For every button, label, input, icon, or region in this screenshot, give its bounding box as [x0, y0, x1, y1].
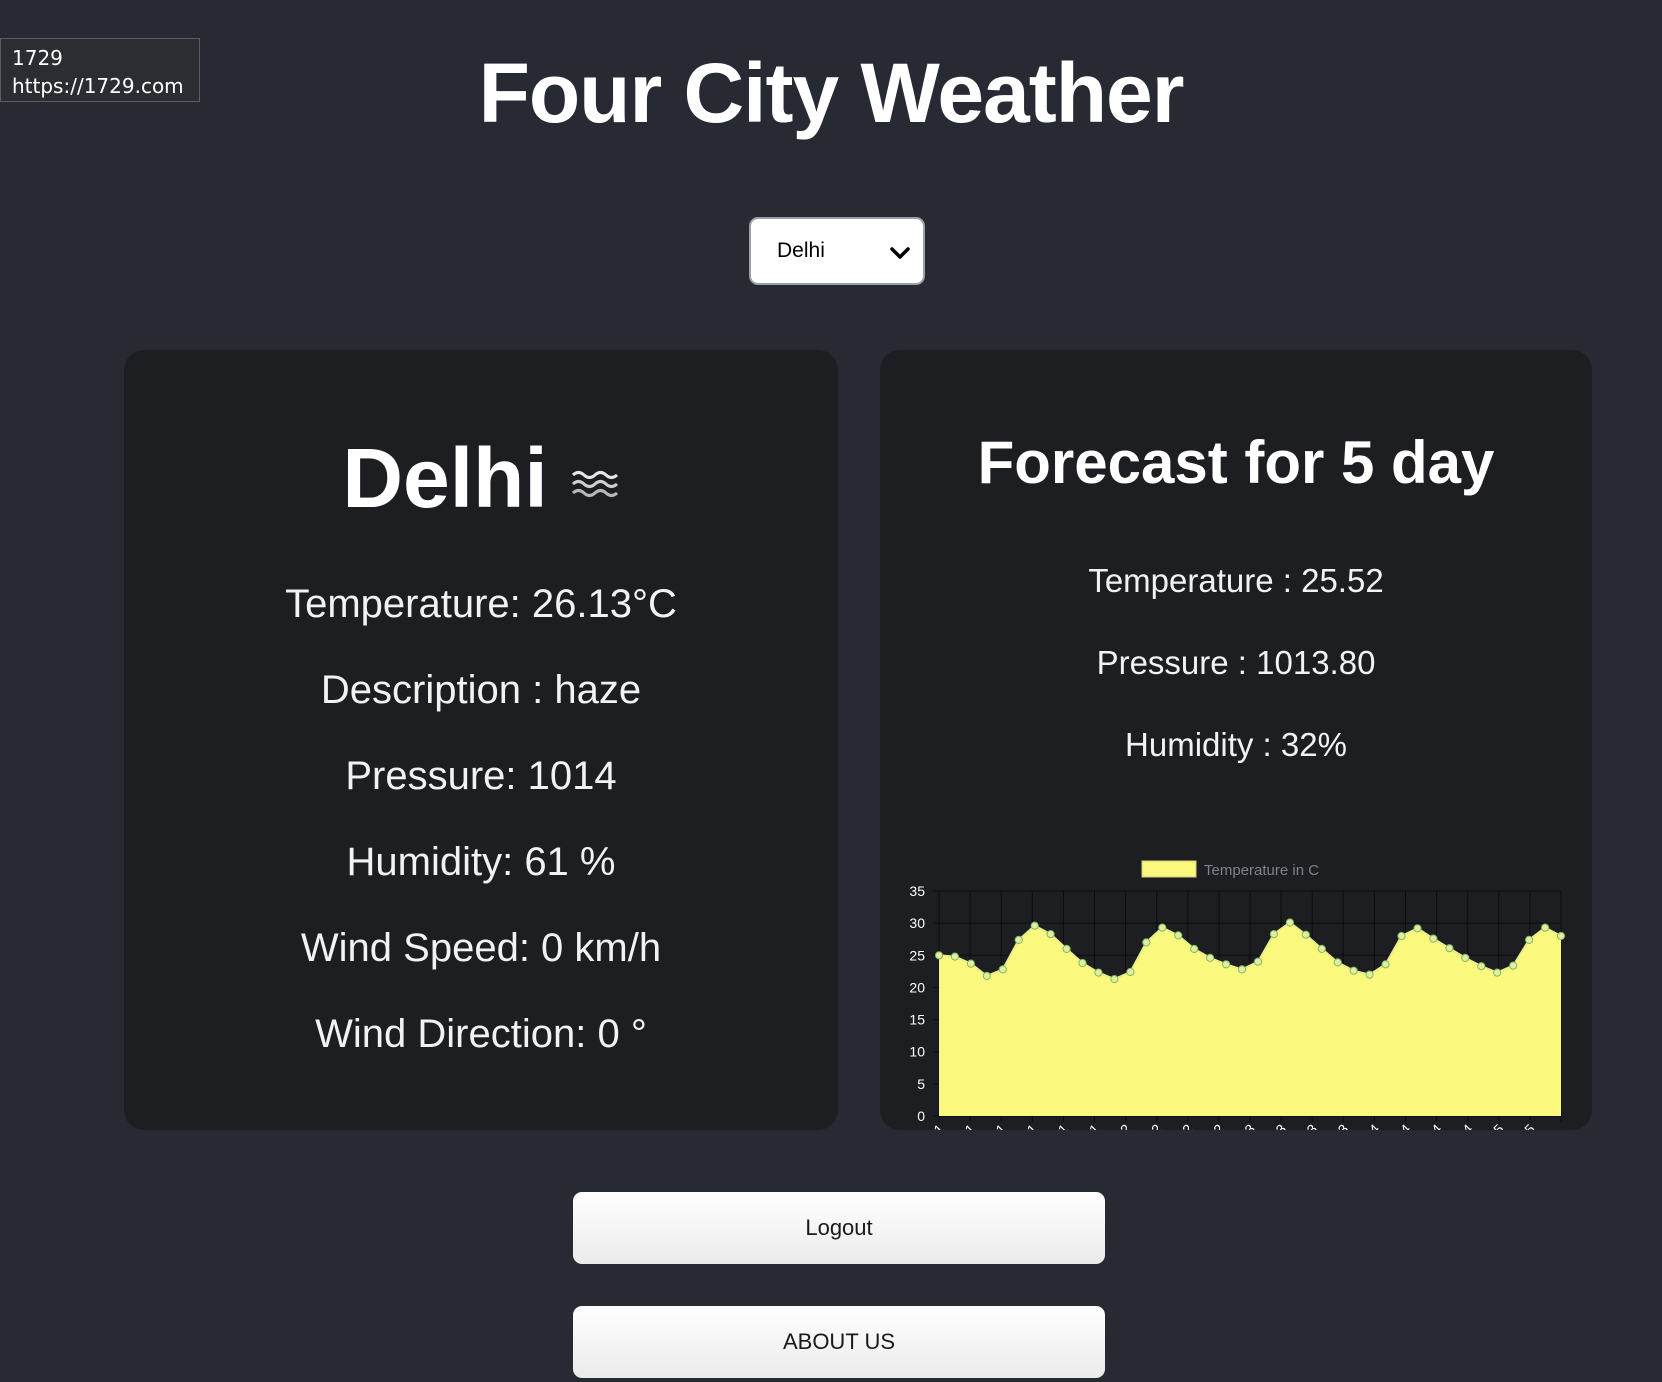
data-point	[1094, 968, 1103, 977]
data-point	[1285, 918, 1294, 927]
haze-icon	[571, 470, 618, 497]
x-tick-label: 11-03	[1284, 1121, 1320, 1130]
x-tick-label: 11-01	[1005, 1121, 1041, 1130]
data-point	[1493, 968, 1502, 977]
x-tick-label: 11-01	[1067, 1121, 1103, 1130]
current-temperature: Temperature: 26.13°C	[285, 582, 677, 626]
data-point	[1062, 944, 1071, 953]
data-point	[1030, 921, 1039, 930]
data-point	[1429, 934, 1438, 943]
x-tick-label: 11-02	[1129, 1121, 1165, 1130]
data-point	[1461, 953, 1470, 962]
x-tick-label: 11-05	[1502, 1121, 1538, 1130]
forecast-temperature: Temperature : 25.52	[1088, 562, 1384, 599]
y-tick-label: 5	[917, 1076, 925, 1092]
current-weather-card: Delhi Temperature: 26.13°C Description :…	[124, 350, 838, 1130]
x-tick-label: 10-31	[910, 1121, 947, 1130]
forecast-card: Forecast for 5 day Temperature : 25.52 P…	[880, 350, 1592, 1130]
y-tick-label: 10	[909, 1044, 925, 1060]
data-point	[1014, 935, 1023, 944]
logout-button[interactable]: Logout	[573, 1192, 1105, 1264]
about-us-button[interactable]: ABOUT US	[573, 1306, 1105, 1378]
forecast-humidity: Humidity : 32%	[1125, 726, 1347, 763]
data-point	[1365, 970, 1374, 979]
data-point	[1477, 962, 1486, 971]
data-point	[966, 959, 976, 968]
y-tick-label: 35	[909, 883, 925, 899]
y-tick-label: 25	[909, 947, 925, 963]
data-point	[1206, 953, 1215, 962]
data-point	[1046, 930, 1055, 939]
y-tick-label: 15	[909, 1012, 925, 1028]
city-select-value: Delhi	[777, 239, 825, 262]
current-description: Description : haze	[320, 668, 642, 712]
current-city-name: Delhi	[342, 431, 548, 525]
city-select[interactable]: Delhi	[749, 217, 925, 285]
data-point	[1349, 966, 1358, 975]
data-point	[1541, 923, 1550, 932]
x-tick-label: 11-03	[1316, 1121, 1352, 1130]
data-point	[1126, 967, 1135, 977]
x-tick-label: 11-04	[1409, 1121, 1445, 1130]
data-point	[1556, 931, 1566, 941]
data-point	[1174, 931, 1183, 940]
data-point	[950, 952, 960, 961]
data-point	[982, 971, 991, 980]
data-point	[1525, 935, 1534, 944]
y-tick-label: 20	[909, 979, 925, 995]
x-tick-label: 11-01	[973, 1121, 1009, 1130]
x-tick-label: 10-31	[942, 1121, 979, 1130]
current-wind-direction: Wind Direction: 0 °	[315, 1012, 647, 1056]
x-tick-label: 11-04	[1440, 1121, 1476, 1130]
y-tick-label: 0	[917, 1108, 925, 1124]
x-tick-label: 11-04	[1347, 1121, 1383, 1130]
data-point	[1158, 923, 1167, 932]
data-point	[1333, 958, 1342, 967]
x-tick-label: 11-02	[1098, 1121, 1134, 1130]
page-title: Four City Weather	[478, 46, 1185, 140]
x-tick-label: 11-03	[1222, 1121, 1258, 1130]
x-tick-label: 11-01	[1036, 1121, 1072, 1130]
current-humidity: Humidity: 61 %	[346, 840, 616, 884]
data-point	[1269, 930, 1278, 939]
x-tick-label: 11-02	[1191, 1121, 1227, 1130]
x-tick-label: 11-02	[1160, 1121, 1196, 1130]
data-point	[1110, 975, 1119, 984]
legend-label: Temperature in C	[1204, 862, 1319, 879]
forecast-title: Forecast for 5 day	[977, 429, 1495, 496]
forecast-pressure: Pressure : 1013.80	[1096, 644, 1376, 681]
data-point	[1142, 938, 1151, 947]
current-city-heading: Delhi	[124, 430, 838, 527]
data-point	[934, 951, 944, 960]
data-point	[1381, 960, 1390, 969]
x-tick-label: 11-05	[1471, 1121, 1507, 1130]
current-pressure: Pressure: 1014	[345, 754, 617, 798]
forecast-temperature-chart: 0510152025303510-3110-3111-0111-0111-011…	[909, 860, 1566, 1130]
chevron-down-icon	[890, 247, 910, 259]
data-point	[1222, 960, 1231, 969]
data-point	[1509, 961, 1518, 970]
data-point	[1237, 965, 1247, 974]
data-point	[1078, 958, 1087, 968]
data-point	[1317, 944, 1326, 953]
data-point	[1190, 944, 1199, 953]
y-tick-label: 30	[909, 915, 925, 931]
data-point	[998, 965, 1007, 974]
data-point	[1413, 924, 1422, 933]
data-point	[1253, 957, 1263, 966]
x-tick-label: 11-04	[1378, 1121, 1414, 1130]
data-point	[1301, 930, 1310, 939]
legend-swatch	[1141, 860, 1197, 878]
data-point	[1445, 944, 1454, 953]
x-tick-label: 11-03	[1253, 1121, 1289, 1130]
data-point	[1397, 931, 1406, 941]
current-wind-speed: Wind Speed: 0 km/h	[300, 926, 662, 970]
